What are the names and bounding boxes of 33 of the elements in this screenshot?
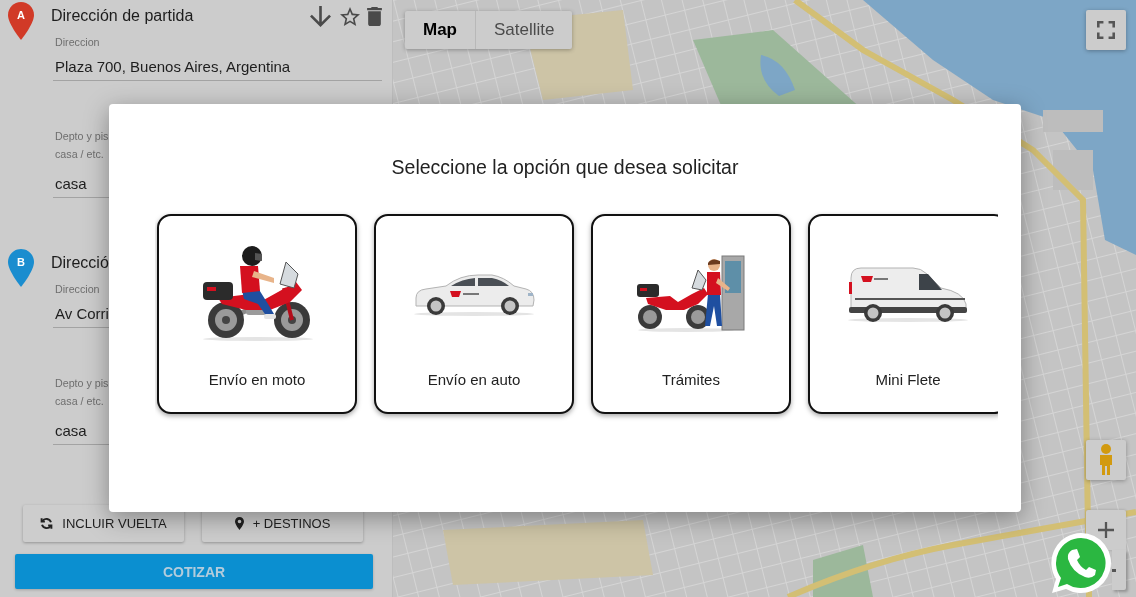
map-pin-icon — [234, 517, 244, 530]
field-label: casa / etc. — [54, 147, 104, 162]
option-card[interactable]: Mini Flete — [808, 214, 998, 414]
fullscreen-button[interactable] — [1086, 10, 1126, 50]
input-field[interactable]: Plaza 700, Buenos Aires, Argentina — [53, 54, 382, 81]
person-icon — [1099, 444, 1113, 476]
waypoint-marker: A — [8, 2, 34, 40]
dialog-title: Seleccione la opción que desea solicitar — [391, 155, 739, 179]
park-area — [813, 545, 873, 597]
pier-block — [1043, 110, 1103, 132]
trash-icon[interactable] — [367, 6, 382, 26]
option-card[interactable]: Envío en auto — [374, 214, 574, 414]
zoom-out-button[interactable] — [1112, 550, 1126, 590]
map-type-tab[interactable]: Map — [405, 11, 475, 49]
field-label: Direccion — [54, 35, 100, 50]
field-label: Depto y pis — [54, 129, 109, 144]
plus-icon — [1098, 522, 1114, 538]
refresh-icon — [40, 517, 54, 530]
map-type-tab[interactable]: Satellite — [475, 11, 573, 49]
field-label: Depto y pis — [54, 376, 109, 391]
stop-title: Dirección de partida — [51, 7, 194, 25]
fullscreen-icon — [1097, 21, 1115, 39]
include-return-button[interactable]: INCLUIR VUELTA — [23, 505, 184, 542]
arrow-down-icon[interactable] — [310, 5, 331, 27]
star-icon[interactable] — [340, 6, 360, 26]
field-label: casa / etc. — [54, 394, 104, 409]
option-card[interactable]: Trámites — [591, 214, 791, 414]
option-card[interactable]: Envío en moto — [157, 214, 357, 414]
stop-title: Direcció — [51, 254, 109, 272]
field-label: Direccion — [54, 282, 100, 297]
minus-icon — [1112, 568, 1116, 572]
lake-area — [760, 55, 795, 96]
waypoint-marker: B — [8, 249, 34, 287]
